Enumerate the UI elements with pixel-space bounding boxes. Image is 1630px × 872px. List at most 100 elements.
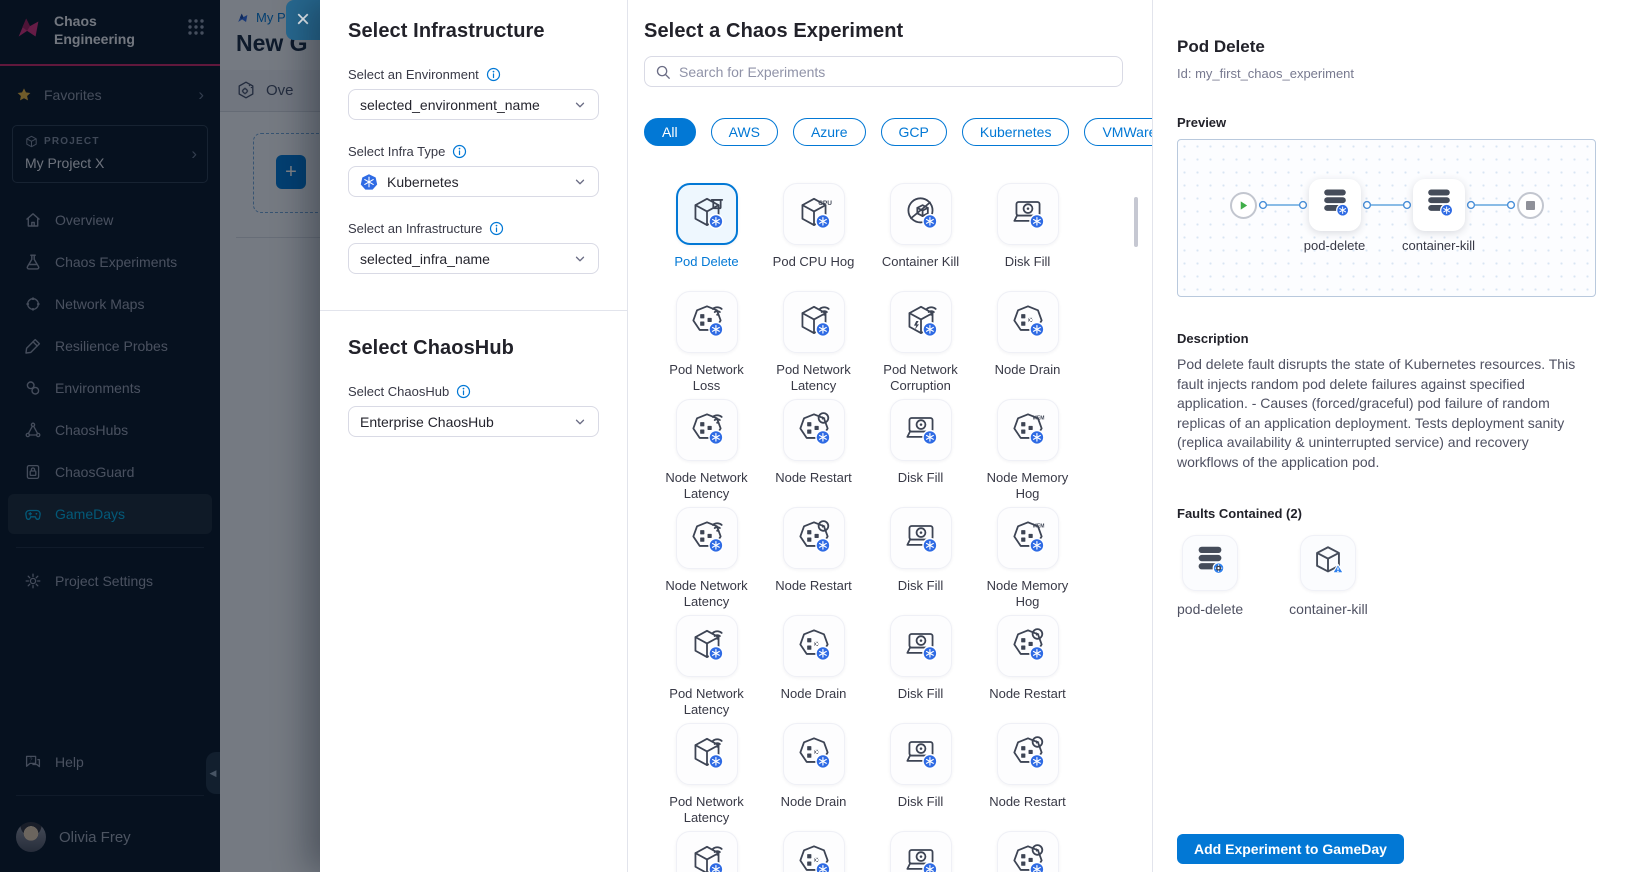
infrastructure-select[interactable]: selected_infra_name <box>348 243 599 274</box>
experiment-cell: Pod Network Latency <box>653 831 760 872</box>
sidebar-item-label: ChaosHubs <box>55 422 128 438</box>
filter-pill-aws[interactable]: AWS <box>711 118 778 146</box>
infra-type-select[interactable]: Kubernetes <box>348 166 599 197</box>
sidebar-favorites[interactable]: Favorites › <box>0 66 220 113</box>
scrollbar-thumb[interactable] <box>1134 197 1138 247</box>
fault-label: pod-delete <box>1177 601 1243 617</box>
chaoshub-icon <box>24 421 42 439</box>
chaoshub-heading: Select ChaosHub <box>348 337 599 360</box>
experiment-card-container-kill[interactable] <box>890 183 952 245</box>
search-input[interactable] <box>679 64 1112 80</box>
sidebar-item-network-maps[interactable]: Network Maps <box>8 284 212 324</box>
sidebar-item-help[interactable]: ? Help <box>8 742 212 782</box>
sidebar-item-overview[interactable]: Overview <box>8 200 212 240</box>
project-selector[interactable]: PROJECT My Project X › <box>12 125 208 183</box>
experiment-card-pod-network-loss[interactable] <box>676 291 738 353</box>
experiment-card-label: Node Restart <box>976 686 1080 702</box>
experiment-card-node-drain[interactable] <box>783 723 845 785</box>
sidebar-item-chaosguard[interactable]: ChaosGuard <box>8 452 212 492</box>
experiment-card-node-network-latency[interactable] <box>676 507 738 569</box>
filter-pill-azure[interactable]: Azure <box>793 118 866 146</box>
environment-select[interactable]: selected_environment_name <box>348 89 599 120</box>
experiment-card-node-drain[interactable] <box>783 831 845 872</box>
filter-pill-all[interactable]: All <box>644 118 696 146</box>
experiment-card-node-memory-hog[interactable]: MEM <box>997 399 1059 461</box>
pod-wifi-icon <box>686 516 728 561</box>
chevron-down-icon <box>573 175 587 189</box>
experiment-card-pod-network-latency[interactable] <box>783 291 845 353</box>
node-mem-icon: MEM <box>1007 408 1049 453</box>
avatar <box>16 822 46 852</box>
add-button[interactable]: + <box>276 155 306 189</box>
disk-icon <box>900 624 942 669</box>
experiment-card-node-network-latency[interactable] <box>676 399 738 461</box>
experiment-card-pod-network-latency[interactable] <box>676 723 738 785</box>
filter-pill-vmware[interactable]: VMWare <box>1084 118 1153 146</box>
experiment-card-pod-cpu-hog[interactable]: CPU <box>783 183 845 245</box>
disks-k8s-icon <box>1421 185 1457 226</box>
sidebar-item-label: GameDays <box>55 506 125 522</box>
info-icon <box>486 67 501 82</box>
experiment-card-pod-network-latency[interactable] <box>676 831 738 872</box>
user-menu[interactable]: Olivia Frey <box>0 808 220 872</box>
sidebar-nav: OverviewChaos ExperimentsNetwork MapsRes… <box>0 199 220 535</box>
experiment-card-node-memory-hog[interactable]: MEM <box>997 507 1059 569</box>
experiment-card-node-drain[interactable] <box>997 291 1059 353</box>
experiment-cell: Node Network Latency <box>653 399 760 507</box>
experiment-card-node-restart[interactable] <box>997 615 1059 677</box>
experiment-card-label: Pod Network Latency <box>655 794 759 826</box>
sidebar-collapse-handle[interactable]: ◀ <box>206 752 220 794</box>
pipeline-connector <box>1257 199 1309 211</box>
infrastructure-heading: Select Infrastructure <box>348 20 599 43</box>
chat-help-icon: ? <box>24 753 42 771</box>
cube-wifi-icon <box>793 300 835 345</box>
experiment-cell: Disk Fill <box>867 507 974 615</box>
experiment-cell: Pod Delete <box>653 183 760 291</box>
close-icon[interactable]: × <box>286 0 320 40</box>
experiment-card-disk-fill[interactable] <box>890 831 952 872</box>
sidebar-item-environments[interactable]: Environments <box>8 368 212 408</box>
experiment-card-label: Node Drain <box>762 794 866 810</box>
pipeline-preview: pod-deletecontainer-kill <box>1177 139 1596 297</box>
project-name: My Project X <box>25 155 195 171</box>
add-experiment-button[interactable]: Add Experiment to GameDay <box>1177 834 1404 864</box>
experiment-card-node-restart[interactable] <box>783 507 845 569</box>
experiment-card-disk-fill[interactable] <box>890 615 952 677</box>
filter-pill-gcp[interactable]: GCP <box>881 118 947 146</box>
disks-k8s-icon <box>1317 185 1353 226</box>
experiment-card-disk-fill[interactable] <box>890 399 952 461</box>
kill-icon <box>900 192 942 237</box>
tab-overview[interactable]: Ove <box>236 80 294 100</box>
sidebar-item-chaoshubs[interactable]: ChaosHubs <box>8 410 212 450</box>
chaoshub-select[interactable]: Enterprise ChaosHub <box>348 406 599 437</box>
gear-icon <box>24 572 42 590</box>
sidebar-item-resilience-probes[interactable]: Resilience Probes <box>8 326 212 366</box>
experiment-card-pod-delete[interactable] <box>676 183 738 245</box>
experiment-card-disk-fill[interactable] <box>890 507 952 569</box>
experiment-card-node-restart[interactable] <box>997 723 1059 785</box>
sidebar-item-chaos-experiments[interactable]: Chaos Experiments <box>8 242 212 282</box>
experiment-card-pod-network-latency[interactable] <box>676 615 738 677</box>
filter-pills: All AWS Azure GCP Kubernetes VMWare <box>644 118 1152 146</box>
fault-card <box>1182 535 1238 591</box>
pod-wifi-icon <box>686 408 728 453</box>
experiment-card-disk-fill[interactable] <box>890 723 952 785</box>
sidebar-item-project-settings[interactable]: Project Settings <box>8 561 212 601</box>
experiment-cell: Disk Fill <box>867 615 974 723</box>
sidebar-item-gamedays[interactable]: GameDays <box>8 494 212 534</box>
experiment-card-disk-fill[interactable] <box>997 183 1059 245</box>
disk-icon <box>900 840 942 872</box>
experiment-card-node-restart[interactable] <box>997 831 1059 872</box>
experiment-card-label: Disk Fill <box>869 470 973 486</box>
experiment-card-pod-network-corruption[interactable] <box>890 291 952 353</box>
experiment-card-node-drain[interactable] <box>783 615 845 677</box>
filter-pill-kubernetes[interactable]: Kubernetes <box>962 118 1070 146</box>
pipeline-node-label: container-kill <box>1402 238 1475 253</box>
experiment-card-label: Disk Fill <box>869 794 973 810</box>
module-grid-icon[interactable] <box>186 17 206 37</box>
experiment-card-label: Disk Fill <box>869 686 973 702</box>
chevron-down-icon <box>573 415 587 429</box>
chaoshub-value: Enterprise ChaosHub <box>360 414 564 430</box>
pipeline-start-node <box>1230 192 1257 219</box>
experiment-card-node-restart[interactable] <box>783 399 845 461</box>
